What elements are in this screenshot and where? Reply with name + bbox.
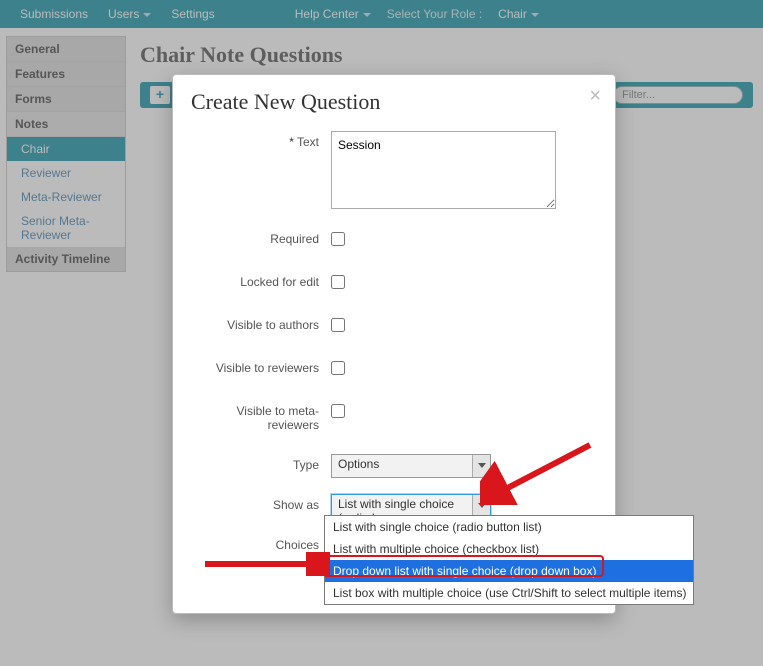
- visible-authors-checkbox[interactable]: [331, 318, 345, 332]
- label-locked: Locked for edit: [191, 271, 331, 289]
- chevron-down-icon: [472, 455, 490, 477]
- show-as-option-dropdown[interactable]: Drop down list with single choice (drop …: [325, 560, 693, 582]
- type-select[interactable]: Options: [331, 454, 491, 478]
- type-select-value: Options: [338, 457, 379, 471]
- show-as-option-listbox[interactable]: List box with multiple choice (use Ctrl/…: [325, 582, 693, 604]
- chevron-down-icon: [472, 495, 490, 517]
- label-required: Required: [191, 228, 331, 246]
- label-show-as: Show as: [191, 494, 331, 512]
- label-visible-reviewers: Visible to reviewers: [191, 357, 331, 375]
- label-choices: Choices: [191, 534, 331, 552]
- show-as-dropdown-list: List with single choice (radio button li…: [324, 515, 694, 605]
- label-text: * Text: [191, 131, 331, 149]
- label-visible-authors: Visible to authors: [191, 314, 331, 332]
- visible-meta-checkbox[interactable]: [331, 404, 345, 418]
- label-visible-meta: Visible to meta-reviewers: [191, 400, 331, 432]
- required-checkbox[interactable]: [331, 232, 345, 246]
- show-as-option-checkbox[interactable]: List with multiple choice (checkbox list…: [325, 538, 693, 560]
- close-icon[interactable]: ×: [589, 85, 601, 108]
- locked-checkbox[interactable]: [331, 275, 345, 289]
- label-type: Type: [191, 454, 331, 472]
- show-as-option-radio[interactable]: List with single choice (radio button li…: [325, 516, 693, 538]
- visible-reviewers-checkbox[interactable]: [331, 361, 345, 375]
- modal-title: Create New Question: [191, 89, 597, 115]
- text-input[interactable]: [331, 131, 556, 209]
